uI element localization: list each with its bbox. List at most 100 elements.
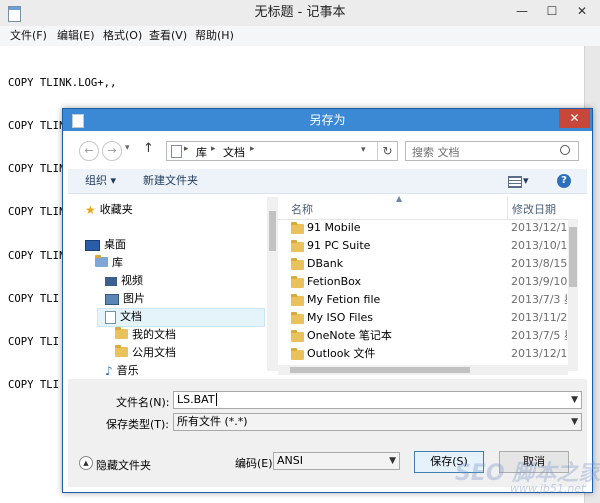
nav-label: 视频 bbox=[121, 274, 143, 287]
file-date: 2013/11/25 bbox=[511, 311, 567, 324]
column-date[interactable]: 修改日期 bbox=[512, 201, 556, 217]
minimize-icon[interactable]: — bbox=[508, 0, 536, 22]
nav-label: 收藏夹 bbox=[99, 203, 133, 216]
encoding-select[interactable]: ANSI ▼ bbox=[273, 452, 400, 470]
sort-up-icon: ▲ bbox=[396, 194, 403, 203]
nav-label: 音乐 bbox=[116, 364, 139, 377]
search-box[interactable]: 搜索 文档 bbox=[405, 141, 579, 161]
folder-icon bbox=[291, 276, 304, 288]
nav-favorites[interactable]: ★ 收藏夹 bbox=[85, 201, 133, 218]
nav-scroll-thumb[interactable] bbox=[269, 211, 276, 251]
new-folder-button[interactable]: 新建文件夹 bbox=[143, 174, 198, 188]
address-dropdown-icon[interactable]: ▾ bbox=[361, 145, 366, 155]
nav-library[interactable]: 库 bbox=[95, 254, 123, 271]
file-name: OneNote 笔记本 bbox=[307, 329, 392, 342]
chevron-down-icon[interactable]: ▼ bbox=[571, 414, 578, 430]
nav-label: 桌面 bbox=[104, 238, 126, 251]
file-name: Outlook 文件 bbox=[307, 347, 376, 360]
filetype-value: 所有文件 (*.*) bbox=[177, 415, 248, 428]
text-cursor bbox=[215, 393, 217, 406]
view-dropdown-icon[interactable]: ▾ bbox=[523, 174, 529, 188]
search-placeholder: 搜索 文档 bbox=[412, 146, 460, 159]
nav-label: 公用文档 bbox=[132, 346, 176, 359]
menu-edit[interactable]: 编辑(E) bbox=[57, 28, 95, 44]
save-as-dialog: 另存为 ✕ ← → ▾ ↑ ▸ 库 ▸ 文档 ▸ ▾ ↻ 搜索 文档 组织 ▾ … bbox=[62, 108, 593, 493]
file-name: FetionBox bbox=[307, 275, 362, 288]
filename-value: LS.BAT bbox=[177, 393, 215, 406]
view-options-icon[interactable] bbox=[508, 176, 522, 188]
menu-help[interactable]: 帮助(H) bbox=[195, 28, 234, 44]
folder-icon bbox=[291, 294, 304, 306]
list-vertical-thumb[interactable] bbox=[569, 227, 577, 287]
filename-label: 文件名(N): bbox=[116, 396, 170, 409]
nav-videos[interactable]: 视频 bbox=[105, 272, 143, 289]
list-horizontal-thumb[interactable] bbox=[290, 367, 470, 373]
history-dropdown-icon[interactable]: ▾ bbox=[125, 143, 130, 153]
encoding-label: 编码(E): bbox=[235, 457, 277, 470]
file-name: 91 PC Suite bbox=[307, 239, 371, 252]
document-icon bbox=[105, 310, 116, 324]
file-name: My Fetion file bbox=[307, 293, 381, 306]
up-button[interactable]: ↑ bbox=[143, 141, 154, 156]
video-icon bbox=[105, 276, 117, 286]
refresh-button[interactable]: ↻ bbox=[377, 142, 397, 160]
nav-music[interactable]: ♪ 音乐 bbox=[105, 362, 139, 379]
help-icon[interactable]: ? bbox=[557, 174, 571, 188]
dialog-close-button[interactable]: ✕ bbox=[559, 109, 590, 128]
file-name: DBank bbox=[307, 257, 344, 270]
folder-icon bbox=[291, 330, 304, 342]
nav-label: 图片 bbox=[123, 292, 145, 305]
maximize-icon[interactable]: ☐ bbox=[538, 0, 566, 22]
column-name[interactable]: 名称 bbox=[291, 201, 313, 217]
watermark-url: www.jb51.net bbox=[510, 482, 586, 495]
menu-view[interactable]: 查看(V) bbox=[149, 28, 187, 44]
filename-input[interactable]: LS.BAT ▼ bbox=[173, 391, 582, 409]
chevron-down-icon[interactable]: ▼ bbox=[571, 392, 578, 408]
folder-icon bbox=[291, 240, 304, 252]
organize-button[interactable]: 组织 ▾ bbox=[85, 174, 116, 188]
folder-icon bbox=[291, 222, 304, 234]
folder-icon bbox=[291, 258, 304, 270]
nav-pictures[interactable]: 图片 bbox=[105, 290, 145, 307]
nav-label: 文档 bbox=[120, 310, 142, 323]
breadcrumb-separator: ▸ bbox=[184, 144, 189, 154]
nav-label: 库 bbox=[112, 256, 123, 269]
file-name: 91 Mobile bbox=[307, 221, 361, 234]
chevron-down-icon[interactable]: ▼ bbox=[389, 453, 396, 469]
menu-file[interactable]: 文件(F) bbox=[10, 28, 47, 44]
file-name: My ISO Files bbox=[307, 311, 374, 324]
file-rows: 91 Mobile 2013/12/16 91 PC Suite 2013/10/1… bbox=[291, 219, 567, 365]
close-icon[interactable]: ✕ bbox=[568, 0, 596, 22]
desktop-icon bbox=[85, 239, 100, 251]
library-icon bbox=[171, 145, 182, 158]
address-bar[interactable]: ▸ 库 ▸ 文档 ▸ ▾ ↻ bbox=[166, 141, 398, 161]
hide-folders-icon[interactable]: ▲ bbox=[79, 456, 93, 470]
back-button[interactable]: ← bbox=[79, 141, 99, 161]
file-date: 2013/12/16 bbox=[511, 347, 567, 360]
search-icon[interactable] bbox=[560, 145, 570, 155]
nav-public-documents[interactable]: 公用文档 bbox=[115, 344, 176, 361]
folder-icon bbox=[291, 348, 304, 360]
nav-desktop[interactable]: 桌面 bbox=[85, 236, 126, 253]
file-date: 2013/8/15 星 bbox=[511, 257, 567, 270]
breadcrumb-library[interactable]: 库 bbox=[196, 144, 207, 160]
column-divider bbox=[507, 197, 508, 219]
filetype-select[interactable]: 所有文件 (*.*) ▼ bbox=[173, 413, 582, 431]
picture-icon bbox=[105, 293, 119, 305]
folder-icon bbox=[115, 345, 128, 357]
text-line: COPY TLINK.LOG+,, bbox=[8, 76, 117, 89]
menu-format[interactable]: 格式(O) bbox=[103, 28, 142, 44]
file-date: 2013/12/16 bbox=[511, 221, 567, 234]
file-date: 2013/9/10 星 bbox=[511, 275, 567, 288]
nav-label: 我的文档 bbox=[132, 328, 176, 341]
breadcrumb-separator: ▸ bbox=[250, 144, 255, 154]
dialog-title: 另存为 bbox=[309, 113, 346, 127]
nav-documents[interactable]: 文档 bbox=[105, 308, 142, 325]
nav-my-documents[interactable]: 我的文档 bbox=[115, 326, 176, 343]
encoding-value: ANSI bbox=[277, 454, 303, 467]
hide-folders-button[interactable]: 隐藏文件夹 bbox=[96, 457, 151, 473]
forward-button[interactable]: → bbox=[102, 141, 122, 161]
breadcrumb-documents[interactable]: 文档 bbox=[223, 144, 245, 160]
filetype-label: 保存类型(T): bbox=[106, 418, 170, 431]
breadcrumb-separator: ▸ bbox=[211, 144, 216, 154]
